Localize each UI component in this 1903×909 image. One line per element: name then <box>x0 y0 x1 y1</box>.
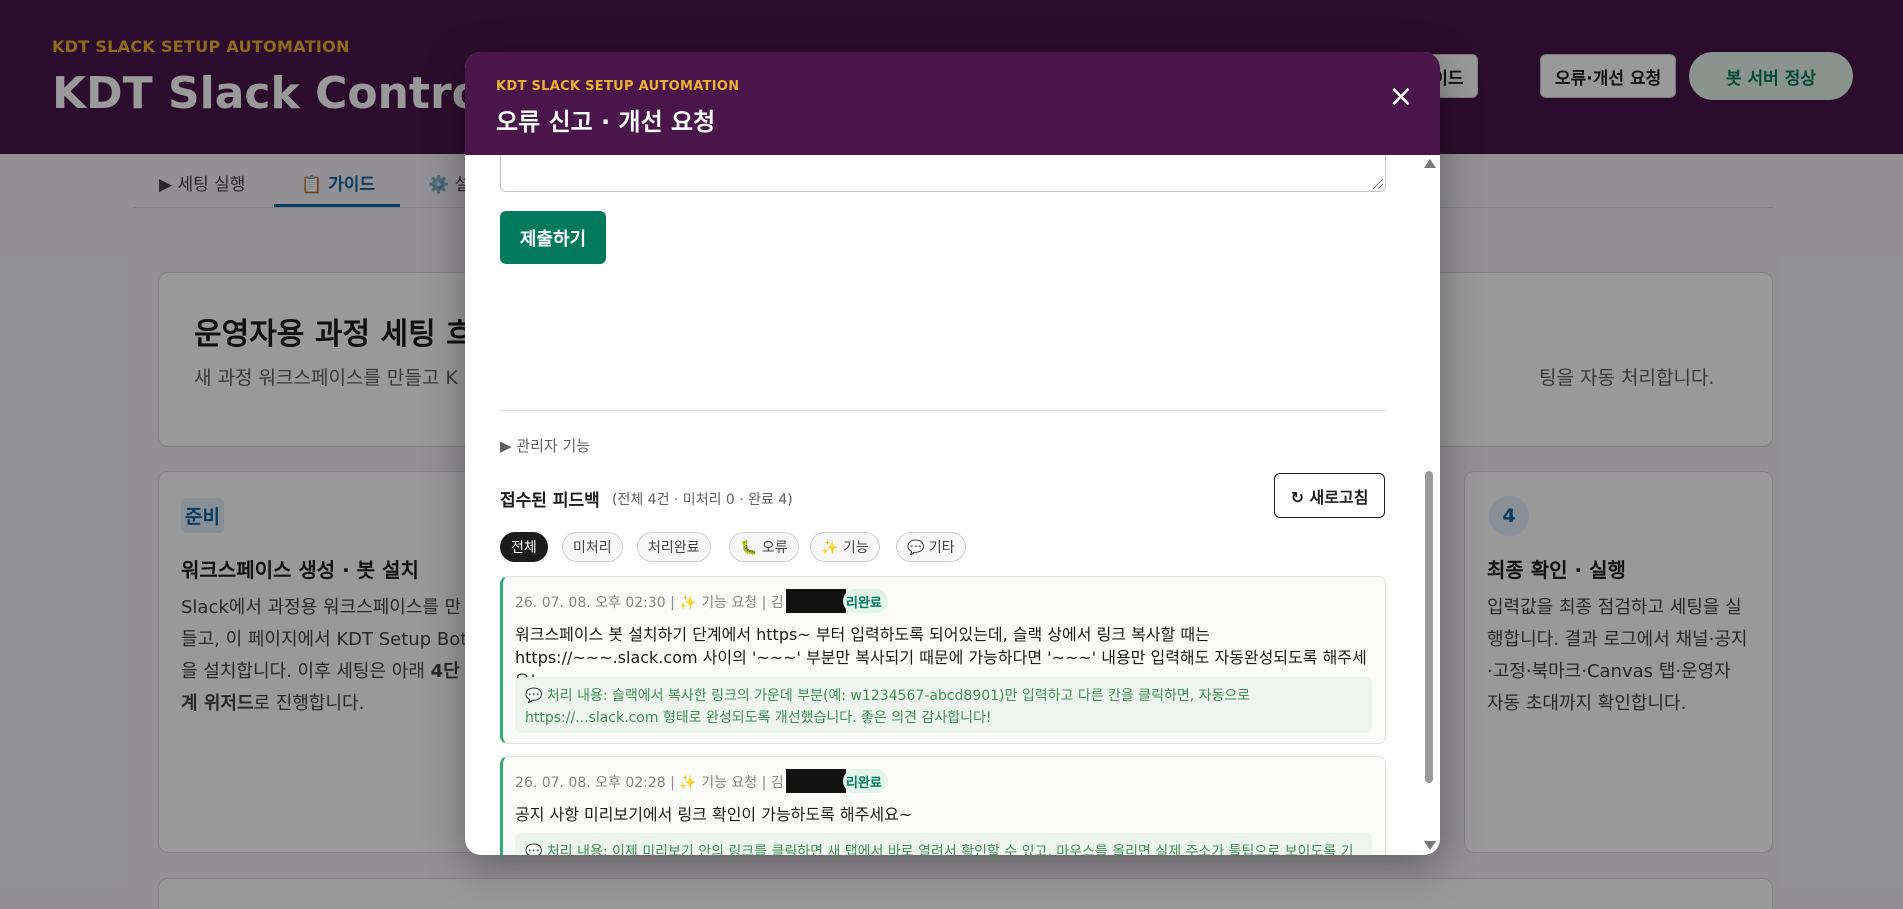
submit-button[interactable]: 제출하기 <box>500 211 606 264</box>
feedback-list-title: 접수된 피드백 <box>500 491 600 511</box>
modal-header: KDT SLACK SETUP AUTOMATION 오류 신고 · 개선 요청… <box>465 52 1440 155</box>
status-badge: 리완료 <box>843 769 888 793</box>
scroll-down-arrow-icon[interactable] <box>1424 841 1436 850</box>
modal-title: 오류 신고 · 개선 요청 <box>496 108 716 136</box>
redacted-block <box>786 769 846 793</box>
filter-all[interactable]: 전체 <box>500 532 548 562</box>
feedback-item: 26. 07. 08. 오후 02:30 | ✨ 기능 요청 | 김 리완료 워… <box>500 576 1386 744</box>
feedback-summary: (전체 4건 · 미처리 0 · 완료 4) <box>612 492 793 508</box>
refresh-button[interactable]: ↻ 새로고침 <box>1274 473 1385 518</box>
close-icon[interactable]: × <box>1381 76 1421 116</box>
divider <box>500 410 1386 411</box>
filter-done[interactable]: 처리완료 <box>637 532 711 562</box>
feedback-modal: KDT SLACK SETUP AUTOMATION 오류 신고 · 개선 요청… <box>465 52 1440 855</box>
filter-feature[interactable]: ✨ 기능 <box>810 532 880 562</box>
modal-scrollbar[interactable] <box>1423 155 1436 855</box>
status-badge: 리완료 <box>843 589 888 613</box>
admin-features-toggle[interactable]: ▶ 관리자 기능 <box>500 435 590 456</box>
redacted-block <box>786 589 846 613</box>
feedback-meta: 26. 07. 08. 오후 02:28 | ✨ 기능 요청 | 김 <box>515 775 784 791</box>
filter-pending[interactable]: 미처리 <box>562 532 623 562</box>
filter-bug[interactable]: 🐛 오류 <box>729 532 799 562</box>
feedback-textarea[interactable] <box>500 155 1386 192</box>
feedback-reply: 💬 처리 내용: 이제 미리보기 안의 링크를 클릭하면 새 탭에서 바로 열려… <box>515 833 1372 855</box>
modal-eyebrow: KDT SLACK SETUP AUTOMATION <box>496 79 740 94</box>
resize-handle-icon[interactable] <box>1373 179 1383 189</box>
feedback-text: 공지 사항 미리보기에서 링크 확인이 가능하도록 해주세요~ <box>515 805 913 824</box>
scrollbar-thumb[interactable] <box>1425 471 1433 783</box>
feedback-meta: 26. 07. 08. 오후 02:30 | ✨ 기능 요청 | 김 <box>515 595 784 611</box>
modal-body[interactable]: 제출하기 ▶ 관리자 기능 접수된 피드백 (전체 4건 · 미처리 0 · 완… <box>465 155 1440 855</box>
filter-other[interactable]: 💬 기타 <box>896 532 966 562</box>
feedback-item: 26. 07. 08. 오후 02:28 | ✨ 기능 요청 | 김 리완료 공… <box>500 756 1386 855</box>
feedback-reply: 💬 처리 내용: 슬랙에서 복사한 링크의 가운데 부분(예: w1234567… <box>515 677 1372 733</box>
scroll-up-arrow-icon[interactable] <box>1424 159 1436 168</box>
